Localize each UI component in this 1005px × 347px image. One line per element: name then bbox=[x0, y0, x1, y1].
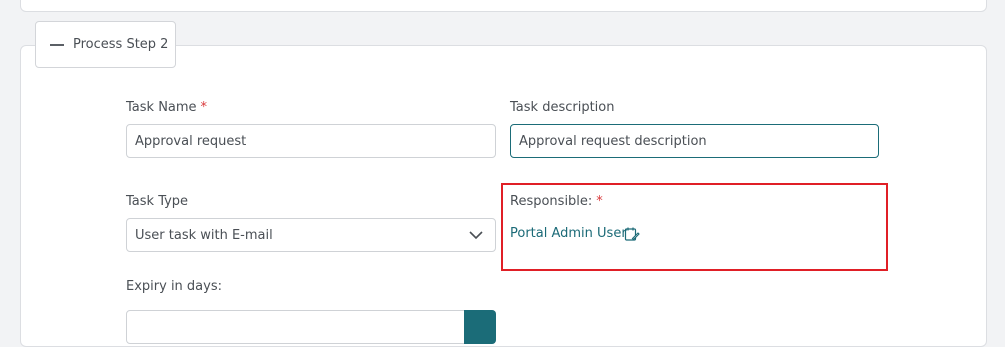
responsible-highlight-box bbox=[501, 183, 888, 271]
task-description-label-text: Task description bbox=[510, 100, 615, 115]
task-type-selected-value: User task with E-mail bbox=[135, 227, 273, 243]
required-marker: * bbox=[200, 100, 208, 115]
task-type-select[interactable]: User task with E-mail bbox=[126, 218, 496, 252]
expiry-days-input[interactable] bbox=[126, 310, 496, 344]
process-step-title: Process Step 2 bbox=[73, 37, 169, 52]
task-description-value: Approval request description bbox=[519, 133, 707, 149]
task-type-label: Task Type bbox=[126, 194, 188, 209]
task-name-input[interactable]: Approval request bbox=[126, 124, 496, 158]
task-name-value: Approval request bbox=[135, 133, 247, 149]
task-type-label-text: Task Type bbox=[126, 194, 189, 209]
task-description-input[interactable]: Approval request description bbox=[510, 124, 879, 158]
expiry-label-text: Expiry in days: bbox=[126, 279, 222, 294]
expiry-stepper-button[interactable] bbox=[464, 310, 496, 344]
previous-step-card bbox=[20, 0, 987, 12]
task-name-label: Task Name * bbox=[126, 100, 207, 115]
process-step-toggle[interactable]: Process Step 2 bbox=[35, 21, 176, 68]
chevron-down-icon[interactable] bbox=[469, 230, 483, 240]
expiry-label: Expiry in days: bbox=[126, 279, 222, 294]
task-name-label-text: Task Name bbox=[126, 100, 197, 115]
task-description-label: Task description bbox=[510, 100, 614, 115]
minus-icon[interactable] bbox=[50, 43, 64, 46]
